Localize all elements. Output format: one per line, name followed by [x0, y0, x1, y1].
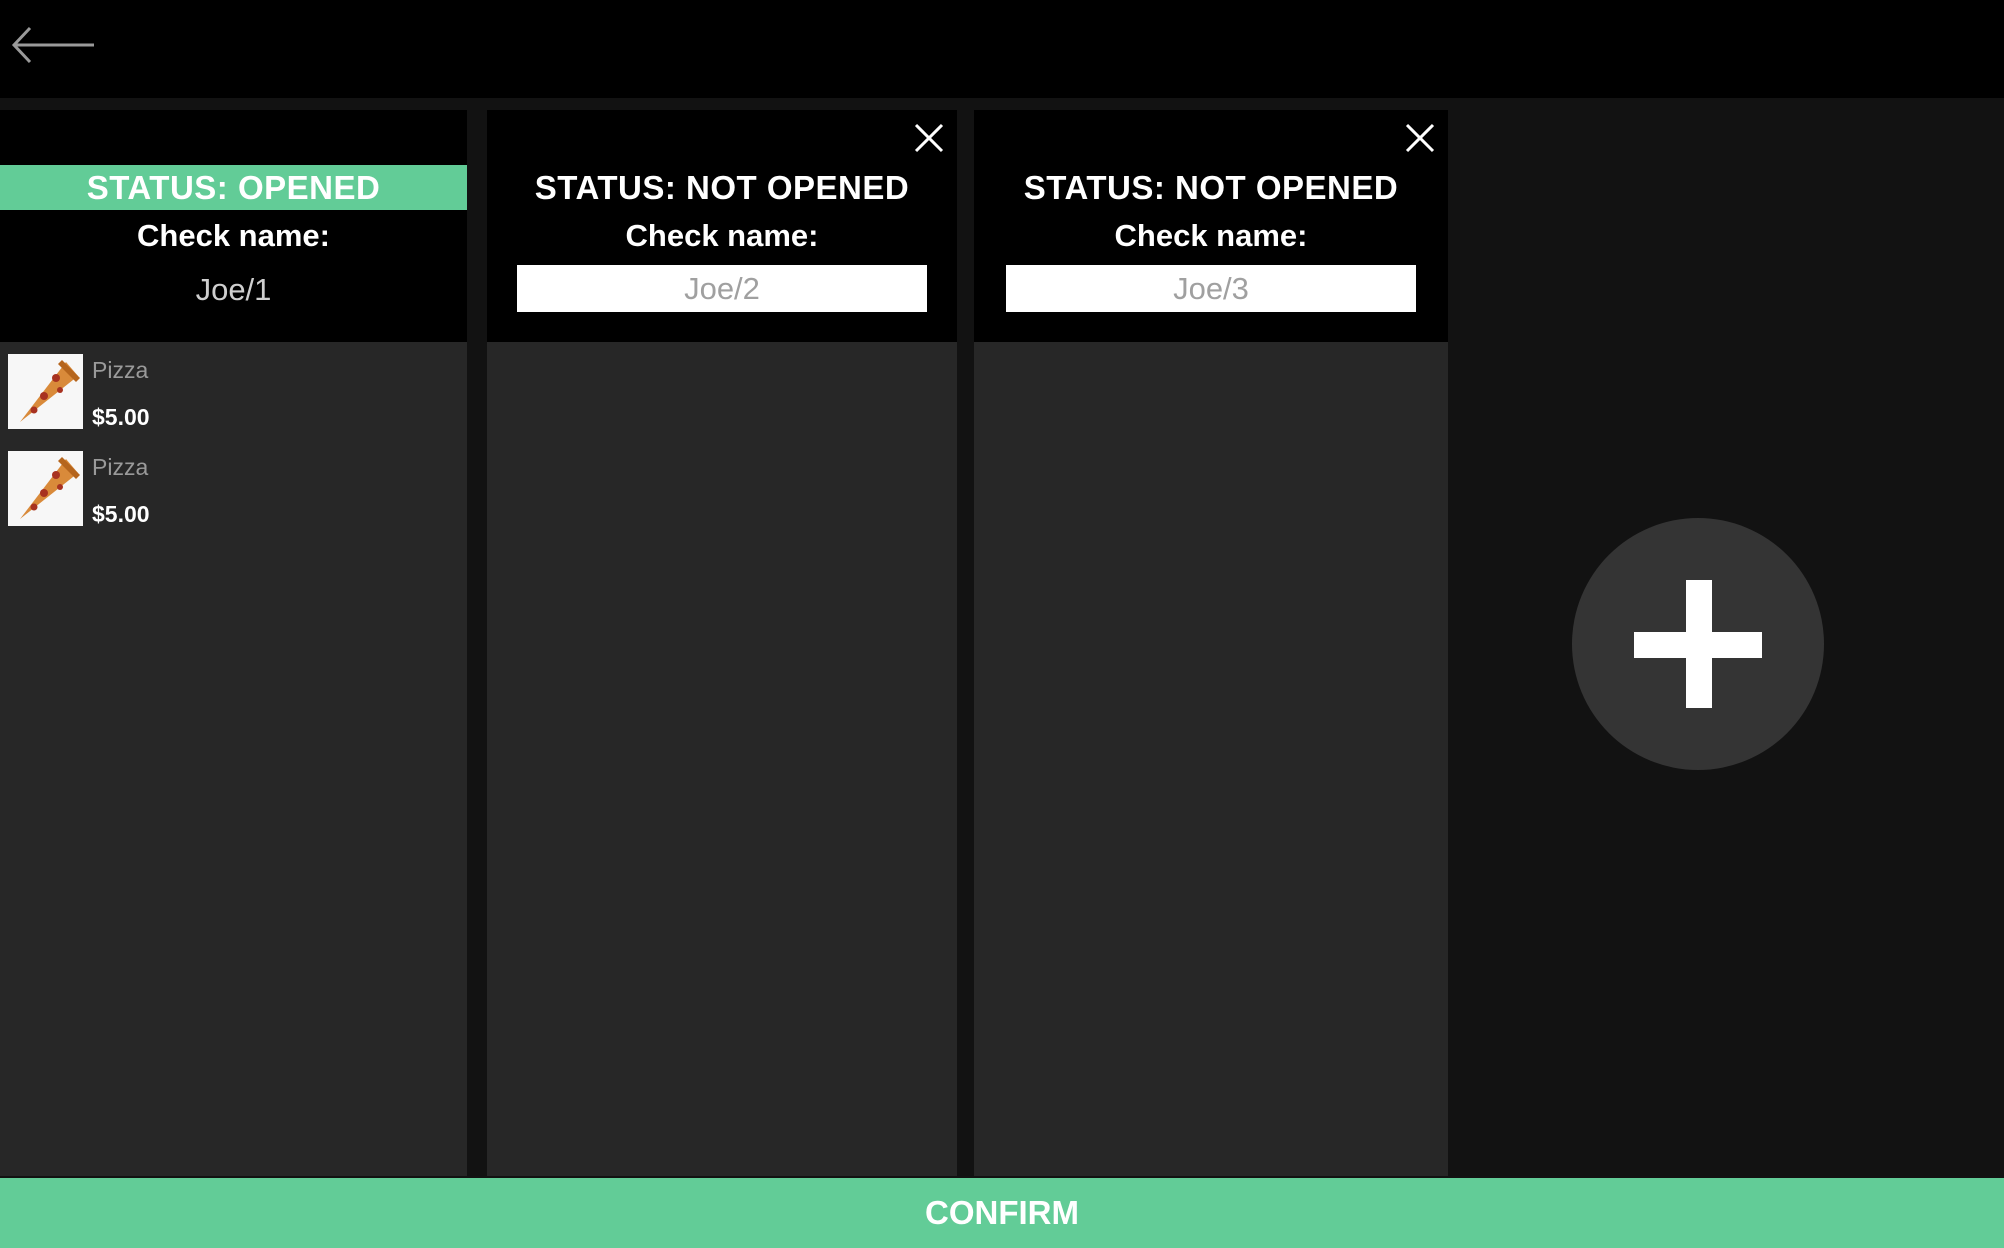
check-name-label: Check name: — [137, 218, 330, 253]
check-name-label: Check name: — [1114, 218, 1308, 253]
check-header: STATUS: OPENED Check name: Joe/1 — [0, 110, 467, 342]
check-name-input[interactable] — [517, 265, 927, 312]
check-column-3[interactable]: STATUS: NOT OPENED Check name: — [974, 110, 1448, 1176]
status-badge: STATUS: OPENED — [0, 165, 467, 210]
check-column-2[interactable]: STATUS: NOT OPENED Check name: — [487, 110, 957, 1176]
split-check-screen: STATUS: OPENED Check name: Joe/1 Pizza $… — [0, 0, 2004, 1248]
check-name-value: Joe/1 — [195, 272, 272, 307]
item-price: $5.00 — [92, 501, 150, 527]
add-check-button[interactable] — [1572, 518, 1824, 770]
close-check-button[interactable] — [1400, 118, 1440, 158]
status-badge: STATUS: NOT OPENED — [1023, 169, 1399, 206]
item-name: Pizza — [92, 357, 149, 383]
confirm-button[interactable]: CONFIRM — [0, 1178, 2004, 1248]
list-item[interactable]: Pizza $5.00 — [0, 354, 467, 451]
check-header: STATUS: NOT OPENED Check name: — [974, 110, 1448, 342]
close-check-button[interactable] — [909, 118, 949, 158]
top-bar — [0, 0, 2004, 98]
pizza-slice-icon — [8, 354, 83, 429]
pizza-slice-icon — [8, 451, 83, 526]
item-name: Pizza — [92, 454, 149, 480]
close-icon — [914, 123, 944, 153]
close-icon — [1405, 123, 1435, 153]
item-price: $5.00 — [92, 404, 150, 430]
check-header: STATUS: NOT OPENED Check name: — [487, 110, 957, 342]
check-column-1[interactable]: STATUS: OPENED Check name: Joe/1 Pizza $… — [0, 110, 467, 1176]
arrow-left-icon — [11, 26, 94, 64]
check-name-input[interactable] — [1006, 265, 1416, 312]
check-item-list: Pizza $5.00 Pizza $5.00 — [0, 354, 467, 548]
list-item[interactable]: Pizza $5.00 — [0, 451, 467, 548]
status-badge: STATUS: NOT OPENED — [534, 169, 910, 206]
back-button[interactable] — [8, 22, 98, 68]
check-name-label: Check name: — [625, 218, 819, 253]
